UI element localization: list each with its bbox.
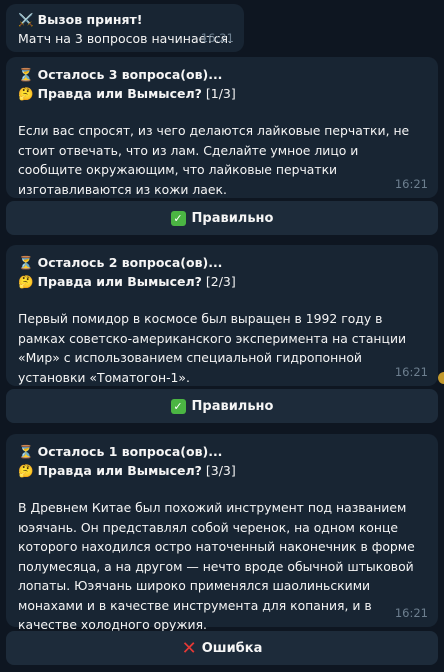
answer-button-3[interactable]: ✕ Ошибка <box>6 631 438 665</box>
message-time: 16:21 <box>394 177 428 191</box>
hourglass-icon: ⏳ <box>18 255 34 270</box>
hourglass-icon: ⏳ <box>18 444 34 459</box>
question-message-2: ⏳ Осталось 2 вопроса(ов)... 🤔 Правда или В… <box>6 245 438 386</box>
question-text: В Древнем Китае был похожий инструмент п… <box>18 500 415 632</box>
intro-message: ⚔️ Вызов принят! Матч на 3 вопросов начин… <box>6 4 244 52</box>
cross-mark-icon: ✕ <box>181 637 197 659</box>
question-counter: [2/3] <box>205 274 236 289</box>
message-time: 16:21 <box>394 365 428 379</box>
thinking-face-icon: 🤔 <box>18 274 34 289</box>
answer-label: Правильно <box>191 398 274 414</box>
thinking-face-icon: 🤔 <box>18 86 34 101</box>
question-message-1: ⏳ Осталось 3 вопроса(ов)... 🤔 Правда или В… <box>6 57 438 198</box>
remaining-label: Осталось 1 вопроса(ов)... <box>37 444 223 459</box>
partial-emoji-icon <box>438 372 444 384</box>
answer-button-1[interactable]: ✓ Правильно <box>6 201 438 235</box>
question-text: Первый помидор в космосе был выращен в 1… <box>18 311 407 385</box>
question-counter: [3/3] <box>205 463 236 478</box>
check-mark-icon: ✓ <box>170 398 186 414</box>
message-time: 16:21 <box>200 31 234 45</box>
answer-button-2[interactable]: ✓ Правильно <box>6 389 438 423</box>
intro-title: Вызов принят! <box>37 12 143 27</box>
hourglass-icon: ⏳ <box>18 67 34 82</box>
question-header: Правда или Вымысел? <box>37 86 202 101</box>
remaining-label: Осталось 2 вопроса(ов)... <box>37 255 223 270</box>
crossed-swords-icon: ⚔️ <box>18 12 34 27</box>
thinking-face-icon: 🤔 <box>18 463 34 478</box>
message-time: 16:21 <box>394 606 428 620</box>
answer-label: Ошибка <box>201 640 263 656</box>
question-text: Если вас спросят, из чего делаются лайко… <box>18 123 410 197</box>
question-message-3: ⏳ Осталось 1 вопроса(ов)... 🤔 Правда или В… <box>6 434 438 632</box>
question-header: Правда или Вымысел? <box>37 274 202 289</box>
question-header: Правда или Вымысел? <box>37 463 202 478</box>
question-counter: [1/3] <box>205 86 236 101</box>
answer-label: Правильно <box>191 210 274 226</box>
remaining-label: Осталось 3 вопроса(ов)... <box>37 67 223 82</box>
check-mark-icon: ✓ <box>170 210 186 226</box>
